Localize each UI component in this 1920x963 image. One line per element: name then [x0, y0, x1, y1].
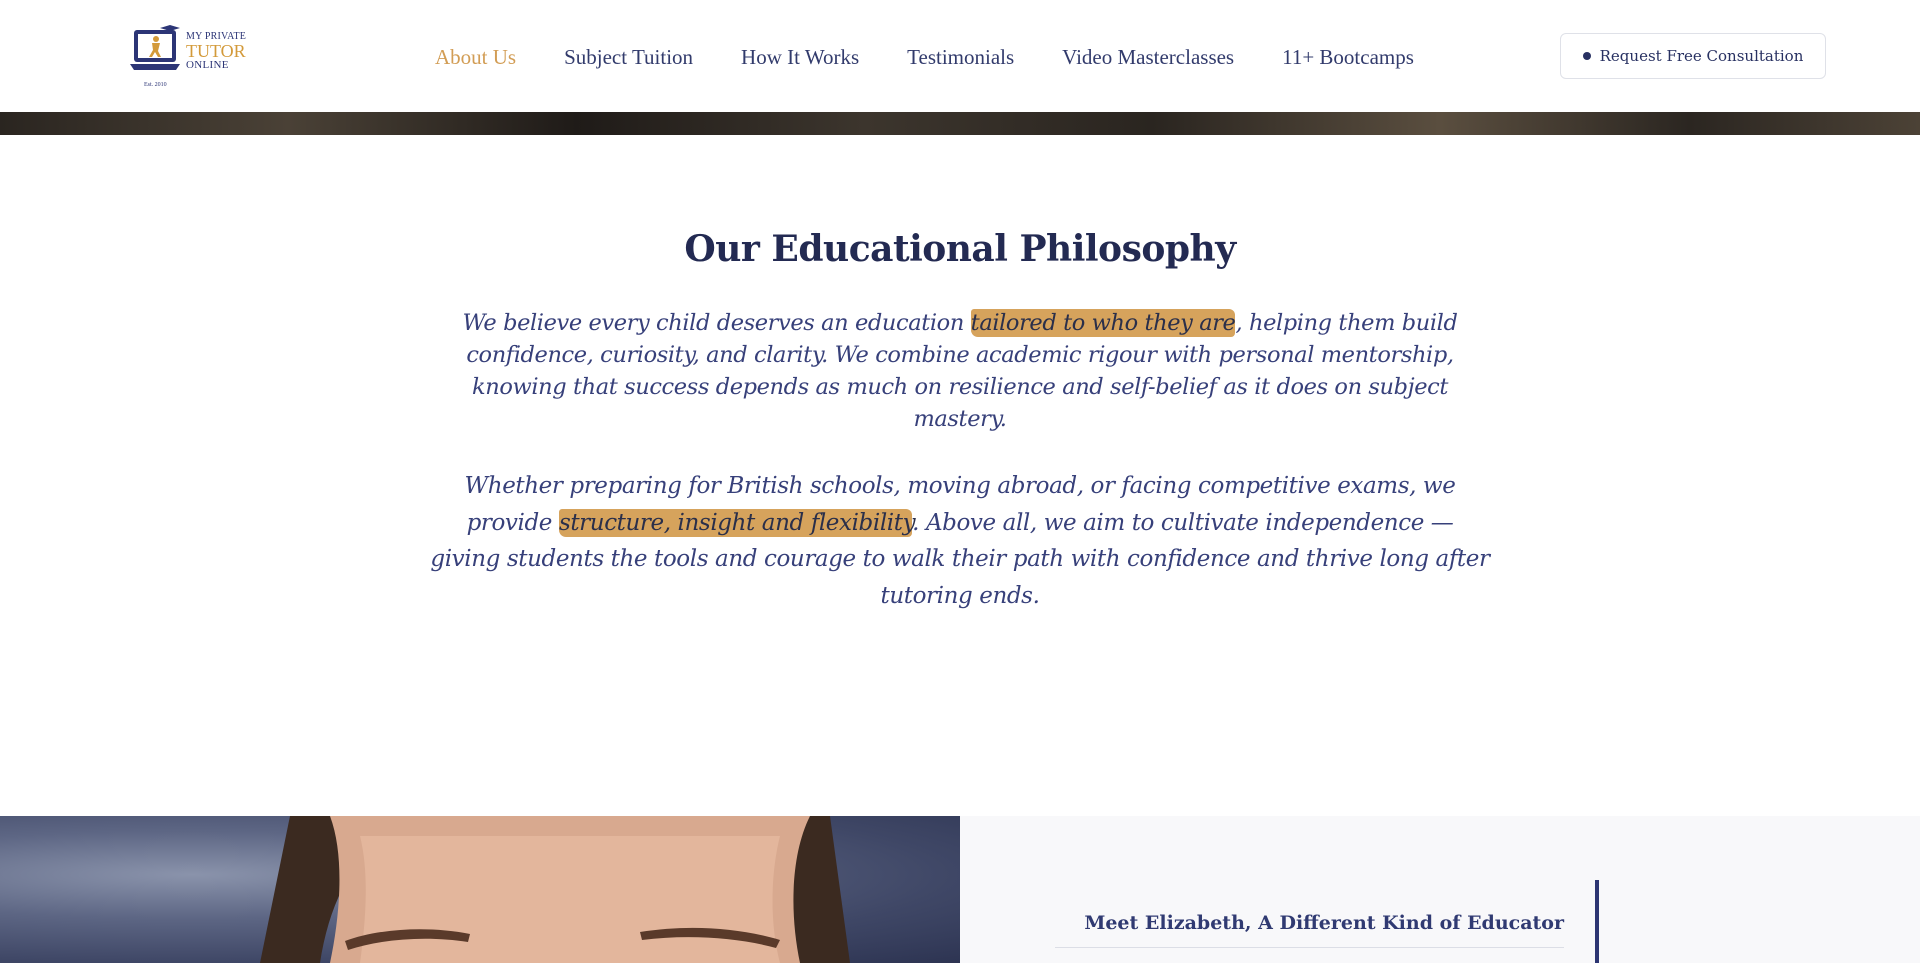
meet-elizabeth-section: Meet Elizabeth, A Different Kind of Educ… [0, 816, 1920, 963]
hero-image-strip [0, 112, 1920, 135]
request-consultation-label: Request Free Consultation [1599, 47, 1804, 65]
divider [1055, 947, 1564, 948]
site-header: MY PRIVATE TUTOR ONLINE Est. 2010 About … [0, 0, 1920, 112]
request-consultation-button[interactable]: Request Free Consultation [1560, 33, 1826, 79]
nav-about-us[interactable]: About Us [435, 45, 516, 70]
philosophy-section: Our Educational Philosophy We believe ev… [0, 135, 1920, 816]
nav-testimonials[interactable]: Testimonials [907, 45, 1014, 70]
nav-11-plus-bootcamps[interactable]: 11+ Bootcamps [1282, 45, 1414, 70]
bullet-dot-icon [1582, 52, 1591, 60]
highlighted-phrase: tailored to who they are [970, 309, 1236, 337]
meet-elizabeth-heading: Meet Elizabeth, A Different Kind of Educ… [1084, 912, 1564, 934]
nav-how-it-works[interactable]: How It Works [741, 45, 859, 70]
nav-subject-tuition[interactable]: Subject Tuition [564, 45, 693, 70]
logo-established: Est. 2010 [144, 82, 167, 88]
meet-text-panel: Meet Elizabeth, A Different Kind of Educ… [960, 816, 1920, 963]
highlighted-phrase: structure, insight and flexibility [558, 508, 913, 537]
logo-text-line2: TUTOR [186, 41, 246, 61]
philosophy-paragraph-1: We believe every child deserves an educa… [430, 307, 1490, 435]
paragraph-text: We believe every child deserves an educa… [462, 310, 971, 336]
accent-bar [1595, 880, 1599, 963]
main-nav: About Us Subject Tuition How It Works Te… [435, 40, 1462, 74]
laptop-tutor-icon [130, 25, 180, 70]
logo-text-line3: ONLINE [186, 59, 229, 71]
philosophy-paragraph-2: Whether preparing for British schools, m… [430, 468, 1490, 614]
elizabeth-portrait-photo [0, 816, 960, 963]
philosophy-title: Our Educational Philosophy [684, 228, 1236, 270]
nav-video-masterclasses[interactable]: Video Masterclasses [1062, 45, 1234, 70]
site-logo[interactable]: MY PRIVATE TUTOR ONLINE Est. 2010 [130, 24, 255, 88]
